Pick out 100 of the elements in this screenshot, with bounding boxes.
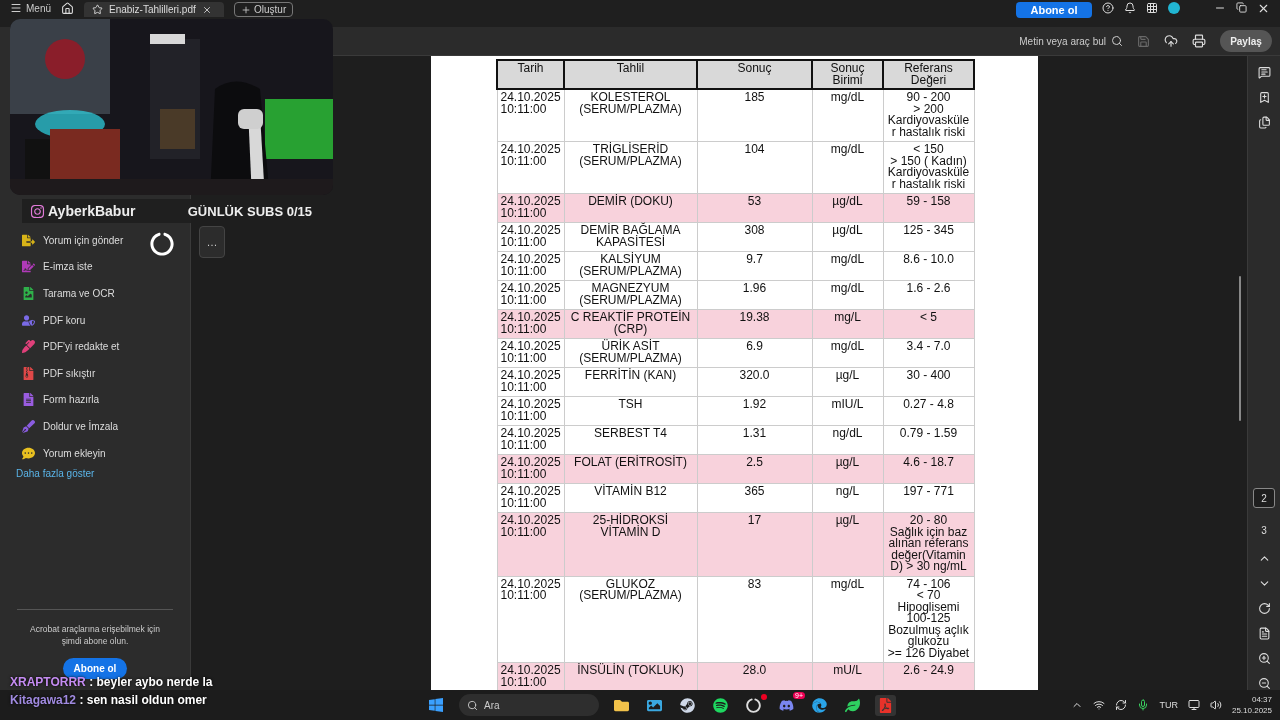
zoom-in-icon[interactable] [1257, 652, 1271, 665]
sync-icon[interactable] [1115, 699, 1128, 711]
table-cell: 125 - 345 [883, 222, 974, 252]
tool-item[interactable]: Yorum için gönder [0, 227, 190, 254]
table-cell: 90 - 200 > 200 Kardiyovasküle r hastalık riski [883, 89, 974, 142]
table-cell: mg/dL [812, 576, 883, 663]
tool-item[interactable]: PDF'yi redakte et [0, 333, 190, 360]
table-cell: 74 - 106 < 70 Hipoglisemi 100-125 Bozulmuş açlık glukozu >= 126 Diyabet [883, 576, 974, 663]
avatar[interactable] [1168, 2, 1180, 14]
zoom-out-icon[interactable] [1257, 677, 1271, 690]
table-cell: 24.10.2025 10:11:00 [497, 280, 564, 310]
table-cell: mg/dL [812, 338, 883, 368]
table-cell: 320.0 [697, 367, 812, 397]
help-icon[interactable] [1102, 2, 1114, 14]
tool-item[interactable]: Form hazırla [0, 386, 190, 414]
table-cell: 0.79 - 1.59 [883, 425, 974, 455]
column-header: Sonuç Birimi [812, 60, 883, 89]
print-icon[interactable] [1192, 34, 1206, 48]
column-header: Tarih [497, 60, 564, 89]
table-cell: mg/L [812, 309, 883, 339]
restore-icon[interactable] [1236, 2, 1247, 13]
table-cell: 24.10.2025 10:11:00 [497, 425, 564, 455]
page-number[interactable]: 3 [1253, 520, 1275, 540]
table-cell: 2.6 - 24.9 [883, 662, 974, 690]
table-cell: mg/dL [812, 251, 883, 281]
search-icon [1111, 35, 1123, 47]
home-icon[interactable] [61, 2, 74, 15]
page-number[interactable]: 2 [1253, 488, 1275, 508]
microphone-icon[interactable] [1137, 699, 1150, 711]
search-icon [467, 699, 478, 711]
table-cell: KOLESTEROL (SERUM/PLAZMA) [564, 89, 697, 142]
language-indicator[interactable]: TUR [1159, 700, 1178, 710]
column-header: Tahlil [564, 60, 697, 89]
table-cell: 24.10.2025 10:11:00 [497, 576, 564, 663]
table-cell: 24.10.2025 10:11:00 [497, 141, 564, 194]
more-options-button[interactable]: … [199, 226, 225, 258]
document-tab[interactable]: Enabiz-Tahlilleri.pdf [84, 2, 224, 17]
refresh-icon[interactable] [1257, 602, 1271, 615]
table-cell: 83 [697, 576, 812, 663]
comment-icon[interactable] [1257, 66, 1271, 79]
upload-icon[interactable] [1164, 34, 1178, 48]
stream-handle: AyberkBabur [30, 203, 136, 219]
table-cell: 30 - 400 [883, 367, 974, 397]
table-cell: 53 [697, 193, 812, 223]
table-cell: µg/L [812, 454, 883, 484]
notification-dot [761, 693, 767, 700]
share-button[interactable]: Paylaş [1220, 30, 1272, 52]
table-cell: µg/dL [812, 222, 883, 252]
monitor-icon[interactable] [1187, 699, 1200, 711]
volume-icon[interactable] [1209, 699, 1222, 711]
close-icon[interactable] [1257, 2, 1270, 15]
table-cell: 1.96 [697, 280, 812, 310]
bookmark-icon[interactable] [1257, 91, 1271, 104]
tool-item[interactable]: PDF sıkıştır [0, 359, 190, 387]
scrollbar-thumb[interactable] [1239, 276, 1241, 421]
table-cell: DEMİR (DOKU) [564, 193, 697, 223]
search-field[interactable]: Metin veya araç bul [1019, 35, 1123, 47]
subscribe-button[interactable]: Abone ol [1016, 2, 1092, 18]
create-button[interactable]: Oluştur [234, 2, 294, 17]
menu-button[interactable]: Menü [10, 2, 51, 14]
clock[interactable]: 04:37 25.10.2025 [1231, 694, 1272, 716]
table-cell: 24.10.2025 10:11:00 [497, 454, 564, 484]
table-cell: 24.10.2025 10:11:00 [497, 309, 564, 339]
table-cell: 8.6 - 10.0 [883, 251, 974, 281]
table-cell: mg/dL [812, 141, 883, 194]
table-cell: 308 [697, 222, 812, 252]
show-more-link[interactable]: Daha fazla göster [0, 466, 190, 480]
column-header: Sonuç [697, 60, 812, 89]
table-cell: 28.0 [697, 662, 812, 690]
table-cell: ÜRİK ASİT (SERUM/PLAZMA) [564, 338, 697, 368]
tool-item[interactable]: Doldur ve İmzala [0, 413, 190, 440]
table-cell: MAGNEZYUM (SERUM/PLAZMA) [564, 280, 697, 310]
table-cell: 24.10.2025 10:11:00 [497, 89, 564, 142]
wifi-icon[interactable] [1093, 699, 1106, 711]
table-cell: 2.5 [697, 454, 812, 484]
table-cell: 24.10.2025 10:11:00 [497, 367, 564, 397]
tool-item[interactable]: E-imza iste [0, 253, 190, 281]
table-cell: 4.6 - 18.7 [883, 454, 974, 484]
apps-grid-icon[interactable] [1146, 2, 1158, 14]
table-cell: ng/dL [812, 425, 883, 455]
table-cell: 19.38 [697, 309, 812, 339]
table-cell: 20 - 80 Sağlık için baz alınan referans değer(Vitamin D) > 30 ng/mL [883, 512, 974, 576]
tool-item[interactable]: Yorum ekleyin [0, 439, 190, 467]
table-cell: KALSİYUM (SERUM/PLAZMA) [564, 251, 697, 281]
document-icon[interactable] [1257, 627, 1271, 640]
table-cell: DEMİR BAĞLAMA KAPASİTESİ [564, 222, 697, 252]
tool-item[interactable]: Tarama ve OCR [0, 280, 190, 307]
table-cell: 1.6 - 2.6 [883, 280, 974, 310]
table-cell: µg/L [812, 512, 883, 576]
table-cell: mg/dL [812, 89, 883, 142]
table-cell: µg/dL [812, 193, 883, 223]
bell-icon[interactable] [1124, 2, 1136, 14]
plus-icon [241, 4, 251, 15]
table-cell: 25-HİDROKSİ VİTAMİN D [564, 512, 697, 576]
pdf-icon[interactable] [875, 694, 896, 716]
tool-item[interactable]: PDF koru [0, 306, 190, 334]
table-cell: 24.10.2025 10:11:00 [497, 662, 564, 690]
search-field[interactable]: Ara [459, 694, 599, 716]
table-cell: mg/dL [812, 280, 883, 310]
pages-icon[interactable] [1257, 116, 1271, 129]
